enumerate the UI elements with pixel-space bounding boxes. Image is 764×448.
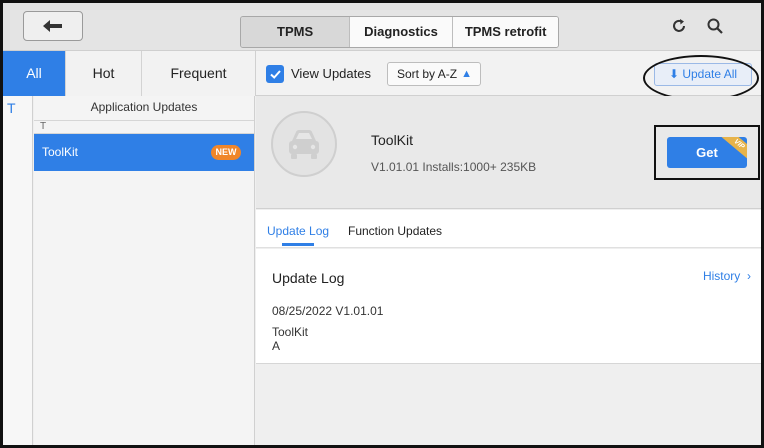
new-badge: NEW: [211, 145, 241, 160]
app-name: ToolKit: [371, 132, 414, 148]
refresh-icon[interactable]: [668, 15, 690, 37]
get-button[interactable]: Get VIP: [667, 137, 747, 168]
vip-ribbon: VIP: [720, 137, 747, 162]
list-title: Application Updates: [34, 96, 254, 121]
back-button[interactable]: [23, 11, 83, 41]
list-item-toolkit[interactable]: ToolKit NEW: [34, 134, 254, 171]
list-item-label: ToolKit: [42, 145, 79, 159]
app-meta: V1.01.01 Installs:1000+ 235KB: [371, 160, 537, 174]
category-hot[interactable]: Hot: [66, 51, 142, 96]
sort-select[interactable]: Sort by A-Z ▲: [387, 62, 481, 86]
filter-bar: View Updates Sort by A-Z ▲ ⬇ Update All: [255, 51, 761, 101]
log-tabs: Update Log Function Updates: [256, 210, 761, 248]
tab-tpms-retrofit[interactable]: TPMS retrofit: [452, 17, 559, 47]
chevron-right-icon: ›: [743, 269, 751, 283]
alpha-index: T: [3, 96, 33, 445]
update-log-title: Update Log: [272, 270, 345, 286]
tab-tpms[interactable]: TPMS: [241, 17, 351, 47]
checkmark-icon: [269, 69, 281, 79]
active-tab-indicator: [282, 243, 314, 246]
car-icon: [271, 111, 337, 177]
app-detail-card: ToolKit V1.01.01 Installs:1000+ 235KB Ge…: [256, 96, 761, 209]
app-window: TPMS Diagnostics TPMS retrofit All Hot F…: [0, 0, 764, 448]
module-tabs: TPMS Diagnostics TPMS retrofit: [240, 16, 560, 48]
get-highlight-box: Get VIP: [654, 125, 760, 180]
tab-function-updates[interactable]: Function Updates: [348, 224, 442, 238]
category-all[interactable]: All: [3, 51, 66, 96]
log-entry-line: A: [272, 339, 281, 353]
search-icon[interactable]: [704, 15, 726, 37]
category-tabs: All Hot Frequent: [3, 51, 255, 96]
group-letter: T: [34, 121, 254, 134]
top-bar: TPMS Diagnostics TPMS retrofit: [3, 3, 761, 51]
app-list: Application Updates T ToolKit NEW: [34, 96, 255, 445]
view-updates-checkbox[interactable]: [266, 65, 284, 83]
tab-diagnostics[interactable]: Diagnostics: [350, 17, 453, 47]
view-updates-label[interactable]: View Updates: [291, 66, 371, 81]
tab-update-log[interactable]: Update Log: [267, 224, 329, 238]
log-entry-line: ToolKit: [272, 325, 309, 339]
alpha-index-letter[interactable]: T: [7, 100, 16, 116]
log-date-version: 08/25/2022 V1.01.01: [272, 304, 384, 318]
history-label: History: [702, 269, 741, 283]
update-log-panel: Update Log History › 08/25/2022 V1.01.01…: [256, 249, 761, 364]
sort-caret-icon: ▲: [461, 68, 472, 80]
get-label: Get: [696, 145, 718, 160]
history-link[interactable]: History ›: [703, 269, 751, 283]
sort-label: Sort by A-Z: [397, 67, 458, 81]
highlight-ellipse: [643, 55, 759, 101]
empty-area: [256, 365, 761, 445]
back-arrow-icon: [43, 20, 62, 32]
category-frequent[interactable]: Frequent: [142, 51, 255, 96]
